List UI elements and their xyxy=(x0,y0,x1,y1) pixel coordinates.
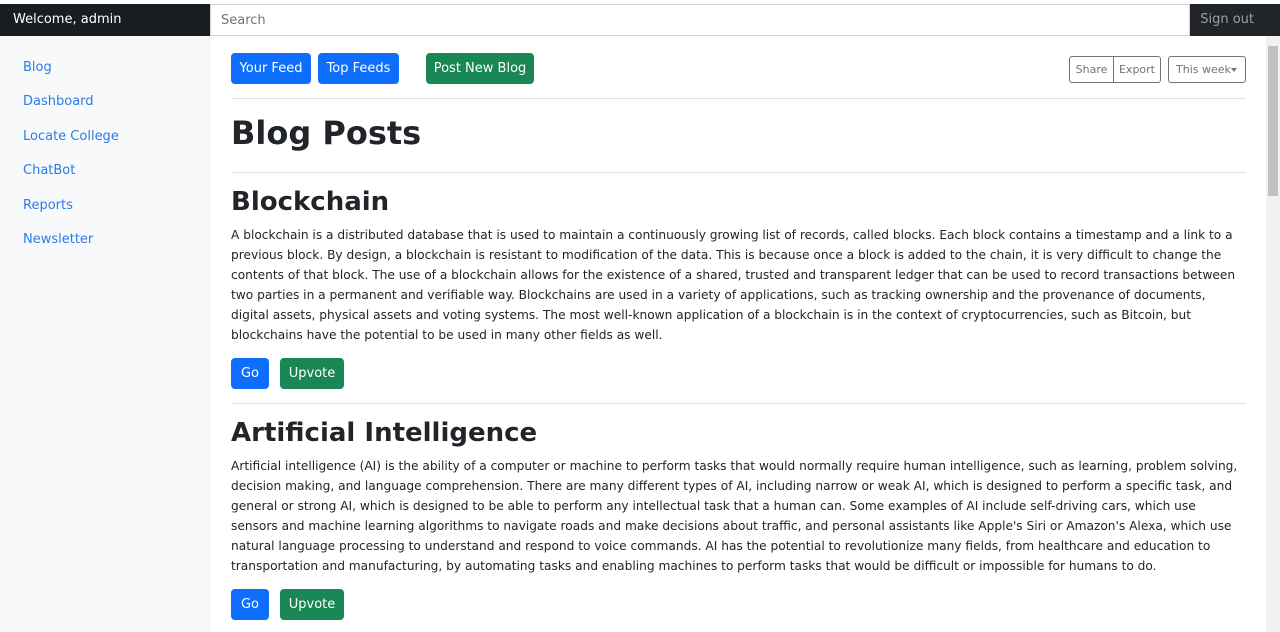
your-feed-button[interactable]: Your Feed xyxy=(231,53,311,84)
page-title: Blog Posts xyxy=(231,114,422,152)
upvote-button[interactable]: Upvote xyxy=(280,589,344,620)
post-divider xyxy=(231,403,1246,404)
title-divider xyxy=(231,172,1246,173)
sign-out-link[interactable]: Sign out xyxy=(1190,4,1268,36)
scrollbar-thumb[interactable] xyxy=(1268,46,1278,196)
post-body: A blockchain is a distributed database t… xyxy=(231,228,1236,342)
export-button[interactable]: Export xyxy=(1113,56,1161,83)
sidebar: Blog Dashboard Locate College ChatBot Re… xyxy=(0,36,210,632)
sidebar-item-chatbot[interactable]: ChatBot xyxy=(23,163,75,178)
caret-down-icon xyxy=(1231,68,1237,72)
date-range-dropdown[interactable]: This week xyxy=(1168,56,1246,83)
sidebar-item-dashboard[interactable]: Dashboard xyxy=(23,94,94,109)
toolbar-divider xyxy=(231,98,1246,99)
main-content: Your Feed Top Feeds Post New Blog Share … xyxy=(231,36,1246,632)
upvote-button[interactable]: Upvote xyxy=(280,358,344,389)
post-new-blog-button[interactable]: Post New Blog xyxy=(426,53,534,84)
top-feeds-button[interactable]: Top Feeds xyxy=(318,53,399,84)
page-scrollbar[interactable] xyxy=(1266,36,1280,632)
date-range-label: This week xyxy=(1176,63,1231,76)
top-navbar: Welcome, admin Sign out xyxy=(0,0,1280,36)
share-button[interactable]: Share xyxy=(1069,56,1114,83)
go-button[interactable]: Go xyxy=(231,358,269,389)
welcome-label: Welcome, admin xyxy=(0,4,210,36)
sidebar-item-newsletter[interactable]: Newsletter xyxy=(23,232,93,247)
go-button[interactable]: Go xyxy=(231,589,269,620)
sidebar-item-locate-college[interactable]: Locate College xyxy=(23,129,119,144)
sidebar-item-reports[interactable]: Reports xyxy=(23,198,73,213)
post-title: Blockchain xyxy=(231,187,390,217)
search-input[interactable] xyxy=(210,4,1190,36)
post-body: Artificial intelligence (AI) is the abil… xyxy=(231,459,1238,573)
sidebar-item-blog[interactable]: Blog xyxy=(23,60,52,75)
post-title: Artificial Intelligence xyxy=(231,418,538,448)
